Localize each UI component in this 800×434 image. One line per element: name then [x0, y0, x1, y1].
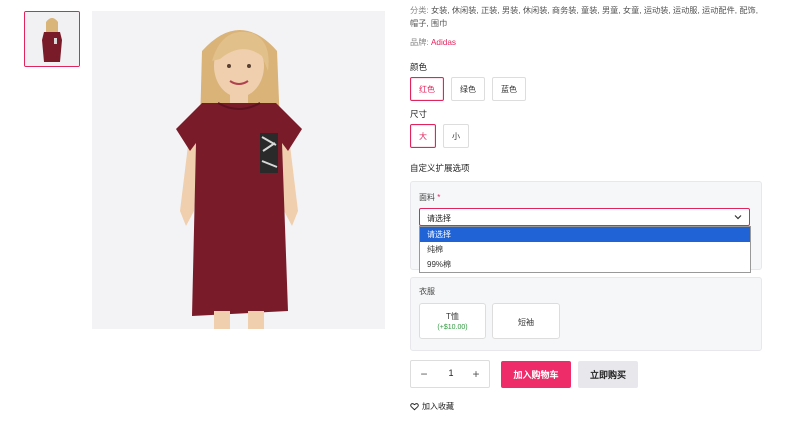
- category-label: 分类:: [410, 6, 429, 15]
- color-option-red[interactable]: 红色: [410, 77, 444, 101]
- add-to-cart-button[interactable]: 加入购物车: [501, 361, 571, 388]
- quantity-decrease-button[interactable]: −: [415, 366, 433, 382]
- fabric-select-value: 请选择: [427, 214, 451, 223]
- buy-now-button[interactable]: 立即购买: [578, 361, 638, 388]
- fabric-select[interactable]: 请选择: [419, 208, 750, 226]
- size-title: 尺寸: [410, 109, 428, 119]
- add-favorite-label: 加入收藏: [422, 402, 454, 411]
- brand-link[interactable]: Adidas: [431, 38, 456, 47]
- chevron-down-icon: [734, 215, 742, 220]
- product-brand: 品牌: Adidas: [410, 36, 456, 48]
- product-main-image[interactable]: [92, 11, 385, 329]
- add-favorite-link[interactable]: 加入收藏: [410, 401, 454, 412]
- style-card-short-sleeve[interactable]: 短袖: [492, 303, 560, 339]
- fabric-dropdown-list: 请选择 纯棉 99%棉: [419, 226, 751, 273]
- style-card-tshirt[interactable]: T恤 (+$10.00): [419, 303, 486, 339]
- fabric-label: 面料 *: [419, 192, 440, 203]
- heart-icon: [410, 403, 419, 411]
- fabric-option-placeholder[interactable]: 请选择: [420, 227, 750, 242]
- fabric-option-cotton[interactable]: 纯棉: [420, 242, 750, 257]
- product-photo: [92, 11, 385, 329]
- color-option-blue[interactable]: 蓝色: [492, 77, 526, 101]
- product-thumbnail-image: [25, 12, 79, 66]
- fabric-option-99-cotton[interactable]: 99%棉: [420, 257, 750, 272]
- style-card-price: (+$10.00): [437, 324, 468, 331]
- style-card-title: 短袖: [518, 318, 534, 327]
- product-categories: 分类: 女装, 休闲装, 正装, 男装, 休闲装, 商务装, 童装, 男童, 女…: [410, 4, 760, 30]
- style-card-title: T恤: [446, 312, 459, 321]
- quantity-stepper: − 1 +: [410, 360, 490, 388]
- color-title: 颜色: [410, 62, 428, 72]
- size-option-large[interactable]: 大: [410, 124, 436, 148]
- fabric-label-text: 面料: [419, 193, 435, 202]
- custom-options-title: 自定义扩展选项: [410, 163, 470, 173]
- product-thumbnail[interactable]: [24, 11, 80, 67]
- required-mark: *: [437, 193, 441, 202]
- style-label: 衣服: [419, 287, 435, 296]
- size-option-small[interactable]: 小: [443, 124, 469, 148]
- color-option-green[interactable]: 绿色: [451, 77, 485, 101]
- category-list: 女装, 休闲装, 正装, 男装, 休闲装, 商务装, 童装, 男童, 女童, 运…: [410, 6, 758, 28]
- quantity-value[interactable]: 1: [441, 368, 461, 378]
- quantity-increase-button[interactable]: +: [467, 366, 485, 382]
- brand-label: 品牌:: [410, 38, 429, 47]
